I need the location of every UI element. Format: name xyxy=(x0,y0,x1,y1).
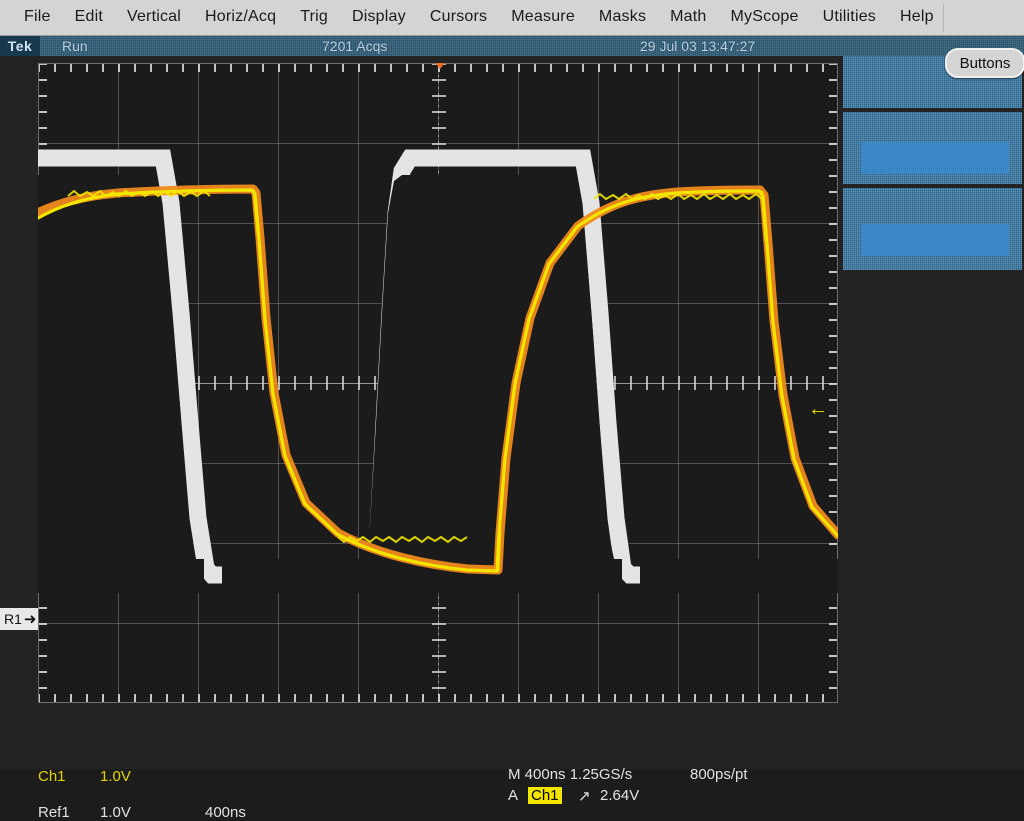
menu-item-measure[interactable]: Measure xyxy=(499,5,587,29)
menu-item-file[interactable]: File xyxy=(12,5,63,29)
menu-item-help[interactable]: Help xyxy=(888,5,946,29)
menu-item-myscope[interactable]: MyScope xyxy=(719,5,811,29)
menu-item-math[interactable]: Math xyxy=(658,5,718,29)
menu-item-masks[interactable]: Masks xyxy=(587,5,658,29)
readout-ch1-label[interactable]: Ch1 xyxy=(38,768,66,785)
side-panel-button-2[interactable] xyxy=(861,224,1009,256)
datetime-text: 29 Jul 03 13:47:27 xyxy=(640,38,756,54)
readout-ref1-time[interactable]: 400ns xyxy=(205,804,246,821)
menu-divider xyxy=(943,4,944,32)
status-bar: Tek Run 7201 Acqs 29 Jul 03 13:47:27 xyxy=(0,36,1024,56)
side-panel-section-1[interactable] xyxy=(843,112,1022,184)
right-arrow-icon: ➜ xyxy=(23,610,37,628)
trigger-slope-icon[interactable]: ↗ xyxy=(578,787,591,805)
menu-item-vertical[interactable]: Vertical xyxy=(115,5,193,29)
menu-bar: File Edit Vertical Horiz/Acq Trig Displa… xyxy=(0,0,1024,36)
waveform-graticule[interactable] xyxy=(38,63,838,703)
acq-count-text: 7201 Acqs xyxy=(322,38,388,54)
readout-ch1-scale[interactable]: 1.0V xyxy=(100,768,131,785)
menu-item-trig[interactable]: Trig xyxy=(288,5,340,29)
menu-item-utilities[interactable]: Utilities xyxy=(811,5,888,29)
readout-ref1-scale[interactable]: 1.0V xyxy=(100,804,131,821)
waveform-traces xyxy=(38,149,838,593)
mask-inner-cutout xyxy=(38,175,838,593)
side-panel-section-2[interactable] xyxy=(843,188,1022,270)
readout-trigger-level[interactable]: 2.64V xyxy=(600,787,639,804)
readout-trigger-prefix: A xyxy=(508,787,519,804)
side-panel xyxy=(841,56,1024,769)
trigger-position-marker[interactable] xyxy=(432,63,448,69)
scope-screen: R1 ➜ ← Ch1 1.0V Ref1 1.0V 400ns M 400ns … xyxy=(0,56,1024,821)
menu-item-edit[interactable]: Edit xyxy=(63,5,115,29)
ch1-ground-marker[interactable]: ← xyxy=(808,399,828,419)
menu-item-cursors[interactable]: Cursors xyxy=(418,5,499,29)
menu-item-horiz-acq[interactable]: Horiz/Acq xyxy=(193,5,288,29)
menu-item-display[interactable]: Display xyxy=(340,5,418,29)
side-panel-button-1[interactable] xyxy=(861,142,1009,174)
menu-items-container: File Edit Vertical Horiz/Acq Trig Displa… xyxy=(0,0,1024,34)
ref1-level-marker[interactable]: R1 ➜ xyxy=(0,608,39,630)
ref1-marker-label: R1 xyxy=(4,611,22,627)
readout-trigger-source[interactable]: Ch1 xyxy=(528,787,562,804)
readout-ref1-label[interactable]: Ref1 xyxy=(38,804,70,821)
buttons-chip[interactable]: Buttons xyxy=(945,48,1024,78)
tek-logo: Tek xyxy=(0,36,40,56)
run-state-text[interactable]: Run xyxy=(62,38,88,54)
